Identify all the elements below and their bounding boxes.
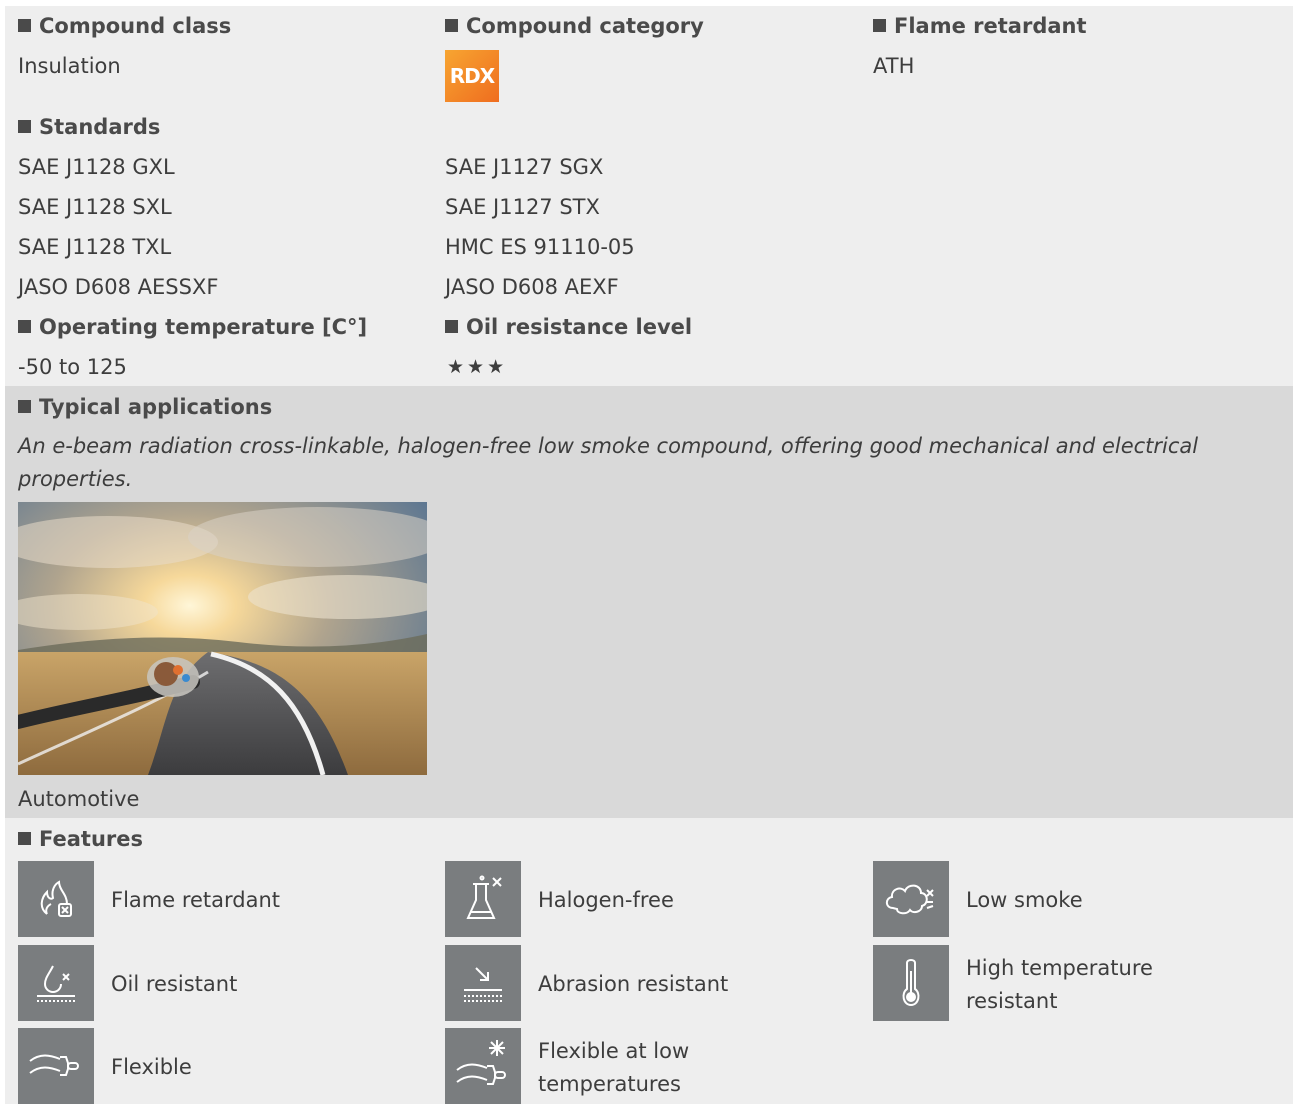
bullet-square-icon	[18, 19, 31, 32]
application-image-caption: Automotive	[18, 787, 140, 811]
standard-item: SAE J1128 SXL	[18, 195, 172, 219]
feature-label: High temperature resistant	[966, 956, 1153, 1013]
feature-label: Oil resistant	[111, 972, 238, 996]
feature-label: Abrasion resistant	[538, 972, 729, 996]
bullet-square-icon	[18, 120, 31, 133]
smoke-cloud-icon	[873, 861, 949, 937]
features-heading: Features	[18, 826, 143, 852]
feature-label: Flame retardant	[111, 888, 281, 912]
bullet-square-icon	[445, 320, 458, 333]
operating-temperature-heading: Operating temperature [C°]	[18, 314, 367, 340]
flame-retardant-heading: Flame retardant	[873, 13, 1087, 39]
feature-label: Flexible at low temperatures	[538, 1039, 690, 1096]
bullet-square-icon	[873, 19, 886, 32]
standard-item: SAE J1128 TXL	[18, 235, 172, 259]
thermometer-icon	[873, 945, 949, 1021]
standard-item: JASO D608 AEXF	[445, 275, 619, 299]
automotive-application-image	[18, 502, 427, 775]
oil-resistance-stars: ★★★	[447, 356, 508, 378]
snowflake-cable-icon	[445, 1028, 521, 1104]
feature-label: Low smoke	[966, 888, 1083, 912]
feature-label: Flexible	[111, 1055, 192, 1079]
standard-item: SAE J1128 GXL	[18, 155, 175, 179]
oil-drop-icon	[18, 945, 94, 1021]
oil-resistance-heading: Oil resistance level	[445, 314, 692, 340]
standard-item: SAE J1127 SGX	[445, 155, 604, 179]
compound-class-heading: Compound class	[18, 13, 231, 39]
flask-icon	[445, 861, 521, 937]
standard-item: HMC ES 91110-05	[445, 235, 635, 259]
feature-label: Halogen-free	[538, 888, 674, 912]
bullet-square-icon	[18, 400, 31, 413]
bullet-square-icon	[445, 19, 458, 32]
typical-applications-heading: Typical applications	[18, 394, 272, 420]
flame-icon	[18, 861, 94, 937]
applications-description: An e-beam radiation cross-linkable, halo…	[18, 434, 1199, 491]
abrasion-icon	[445, 945, 521, 1021]
operating-temperature-value: -50 to 125	[18, 355, 127, 379]
bullet-square-icon	[18, 832, 31, 845]
flame-retardant-value: ATH	[873, 54, 915, 78]
standard-item: JASO D608 AESSXF	[18, 275, 219, 299]
compound-class-value: Insulation	[18, 54, 121, 78]
compound-category-heading: Compound category	[445, 13, 704, 39]
bullet-square-icon	[18, 320, 31, 333]
flexible-cable-icon	[18, 1028, 94, 1104]
standards-heading: Standards	[18, 114, 160, 140]
standard-item: SAE J1127 STX	[445, 195, 600, 219]
rdx-category-badge: RDX	[445, 50, 499, 102]
